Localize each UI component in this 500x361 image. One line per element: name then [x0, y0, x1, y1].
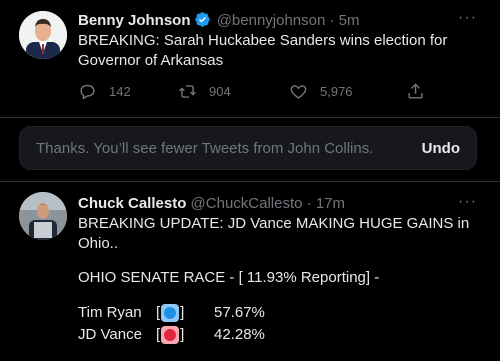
candidate-name: Tim Ryan: [78, 304, 142, 321]
race-header: OHIO SENATE RACE - [ 11.93% Reporting] -: [78, 269, 380, 286]
candidate-percent: 57.67%: [214, 304, 265, 321]
avatar-image: [19, 192, 67, 240]
author-handle[interactable]: @bennyjohnson: [217, 12, 326, 29]
divider: [0, 117, 500, 118]
red-circle-icon: [161, 326, 180, 344]
candidate-percent: 42.28%: [214, 326, 265, 343]
undo-button[interactable]: Undo: [422, 140, 460, 157]
tweet-text: BREAKING: Sarah Huckabee Sanders wins el…: [78, 32, 448, 69]
blue-circle-icon: [161, 304, 180, 322]
avatar[interactable]: [19, 192, 67, 240]
bracket-close: ]: [180, 326, 185, 343]
share-button[interactable]: [406, 82, 437, 101]
like-count: 5,976: [320, 84, 353, 99]
tweet-header: Chuck Callesto @ChuckCallesto · 17m: [78, 195, 345, 213]
notice-text: Thanks. You’ll see fewer Tweets from Joh…: [36, 140, 374, 157]
separator-dot: ·: [306, 195, 312, 212]
candidate-name: JD Vance: [78, 326, 142, 343]
more-dots-icon[interactable]: ···: [458, 10, 476, 30]
author-name[interactable]: Benny Johnson: [78, 12, 191, 29]
tweet-actions: 142 904 5,976: [78, 82, 438, 102]
tweet-line: Ohio..: [78, 235, 119, 252]
more-dots-icon[interactable]: ···: [458, 194, 476, 214]
like-button[interactable]: 5,976: [289, 82, 353, 101]
candidate-row: Tim Ryan [ ] 57.67%: [78, 302, 488, 324]
tweet-benny-johnson[interactable]: Benny Johnson @bennyjohnson · 5m ··· BRE…: [0, 0, 500, 117]
share-icon: [408, 83, 423, 99]
timestamp[interactable]: 17m: [316, 195, 345, 212]
candidate-marker: [ ]: [156, 325, 208, 345]
retweet-count: 904: [209, 84, 231, 99]
verified-badge-icon: [194, 11, 211, 28]
bracket-close: ]: [180, 304, 185, 321]
avatar-image: [19, 11, 67, 59]
candidate-row: JD Vance [ ] 42.28%: [78, 324, 488, 346]
reply-icon: [80, 84, 95, 100]
reply-button[interactable]: 142: [78, 82, 131, 101]
avatar[interactable]: [19, 11, 67, 59]
separator-dot: ·: [329, 12, 335, 29]
bracket-open: [: [156, 304, 161, 321]
author-name[interactable]: Chuck Callesto: [78, 195, 186, 212]
timestamp[interactable]: 5m: [339, 12, 360, 29]
reply-count: 142: [109, 84, 131, 99]
tweet-header: Benny Johnson @bennyjohnson · 5m: [78, 11, 360, 30]
tweet-line: BREAKING UPDATE: JD Vance MAKING HUGE GA…: [78, 215, 470, 232]
heart-icon: [290, 85, 307, 99]
tweet-text: BREAKING UPDATE: JD Vance MAKING HUGE GA…: [78, 214, 488, 346]
author-handle[interactable]: @ChuckCallesto: [191, 195, 303, 212]
feedback-notice: Thanks. You’ll see fewer Tweets from Joh…: [19, 126, 477, 170]
bracket-open: [: [156, 326, 161, 343]
divider: [0, 181, 500, 182]
retweet-icon: [179, 85, 196, 98]
candidate-marker: [ ]: [156, 303, 208, 323]
retweet-button[interactable]: 904: [178, 82, 231, 101]
